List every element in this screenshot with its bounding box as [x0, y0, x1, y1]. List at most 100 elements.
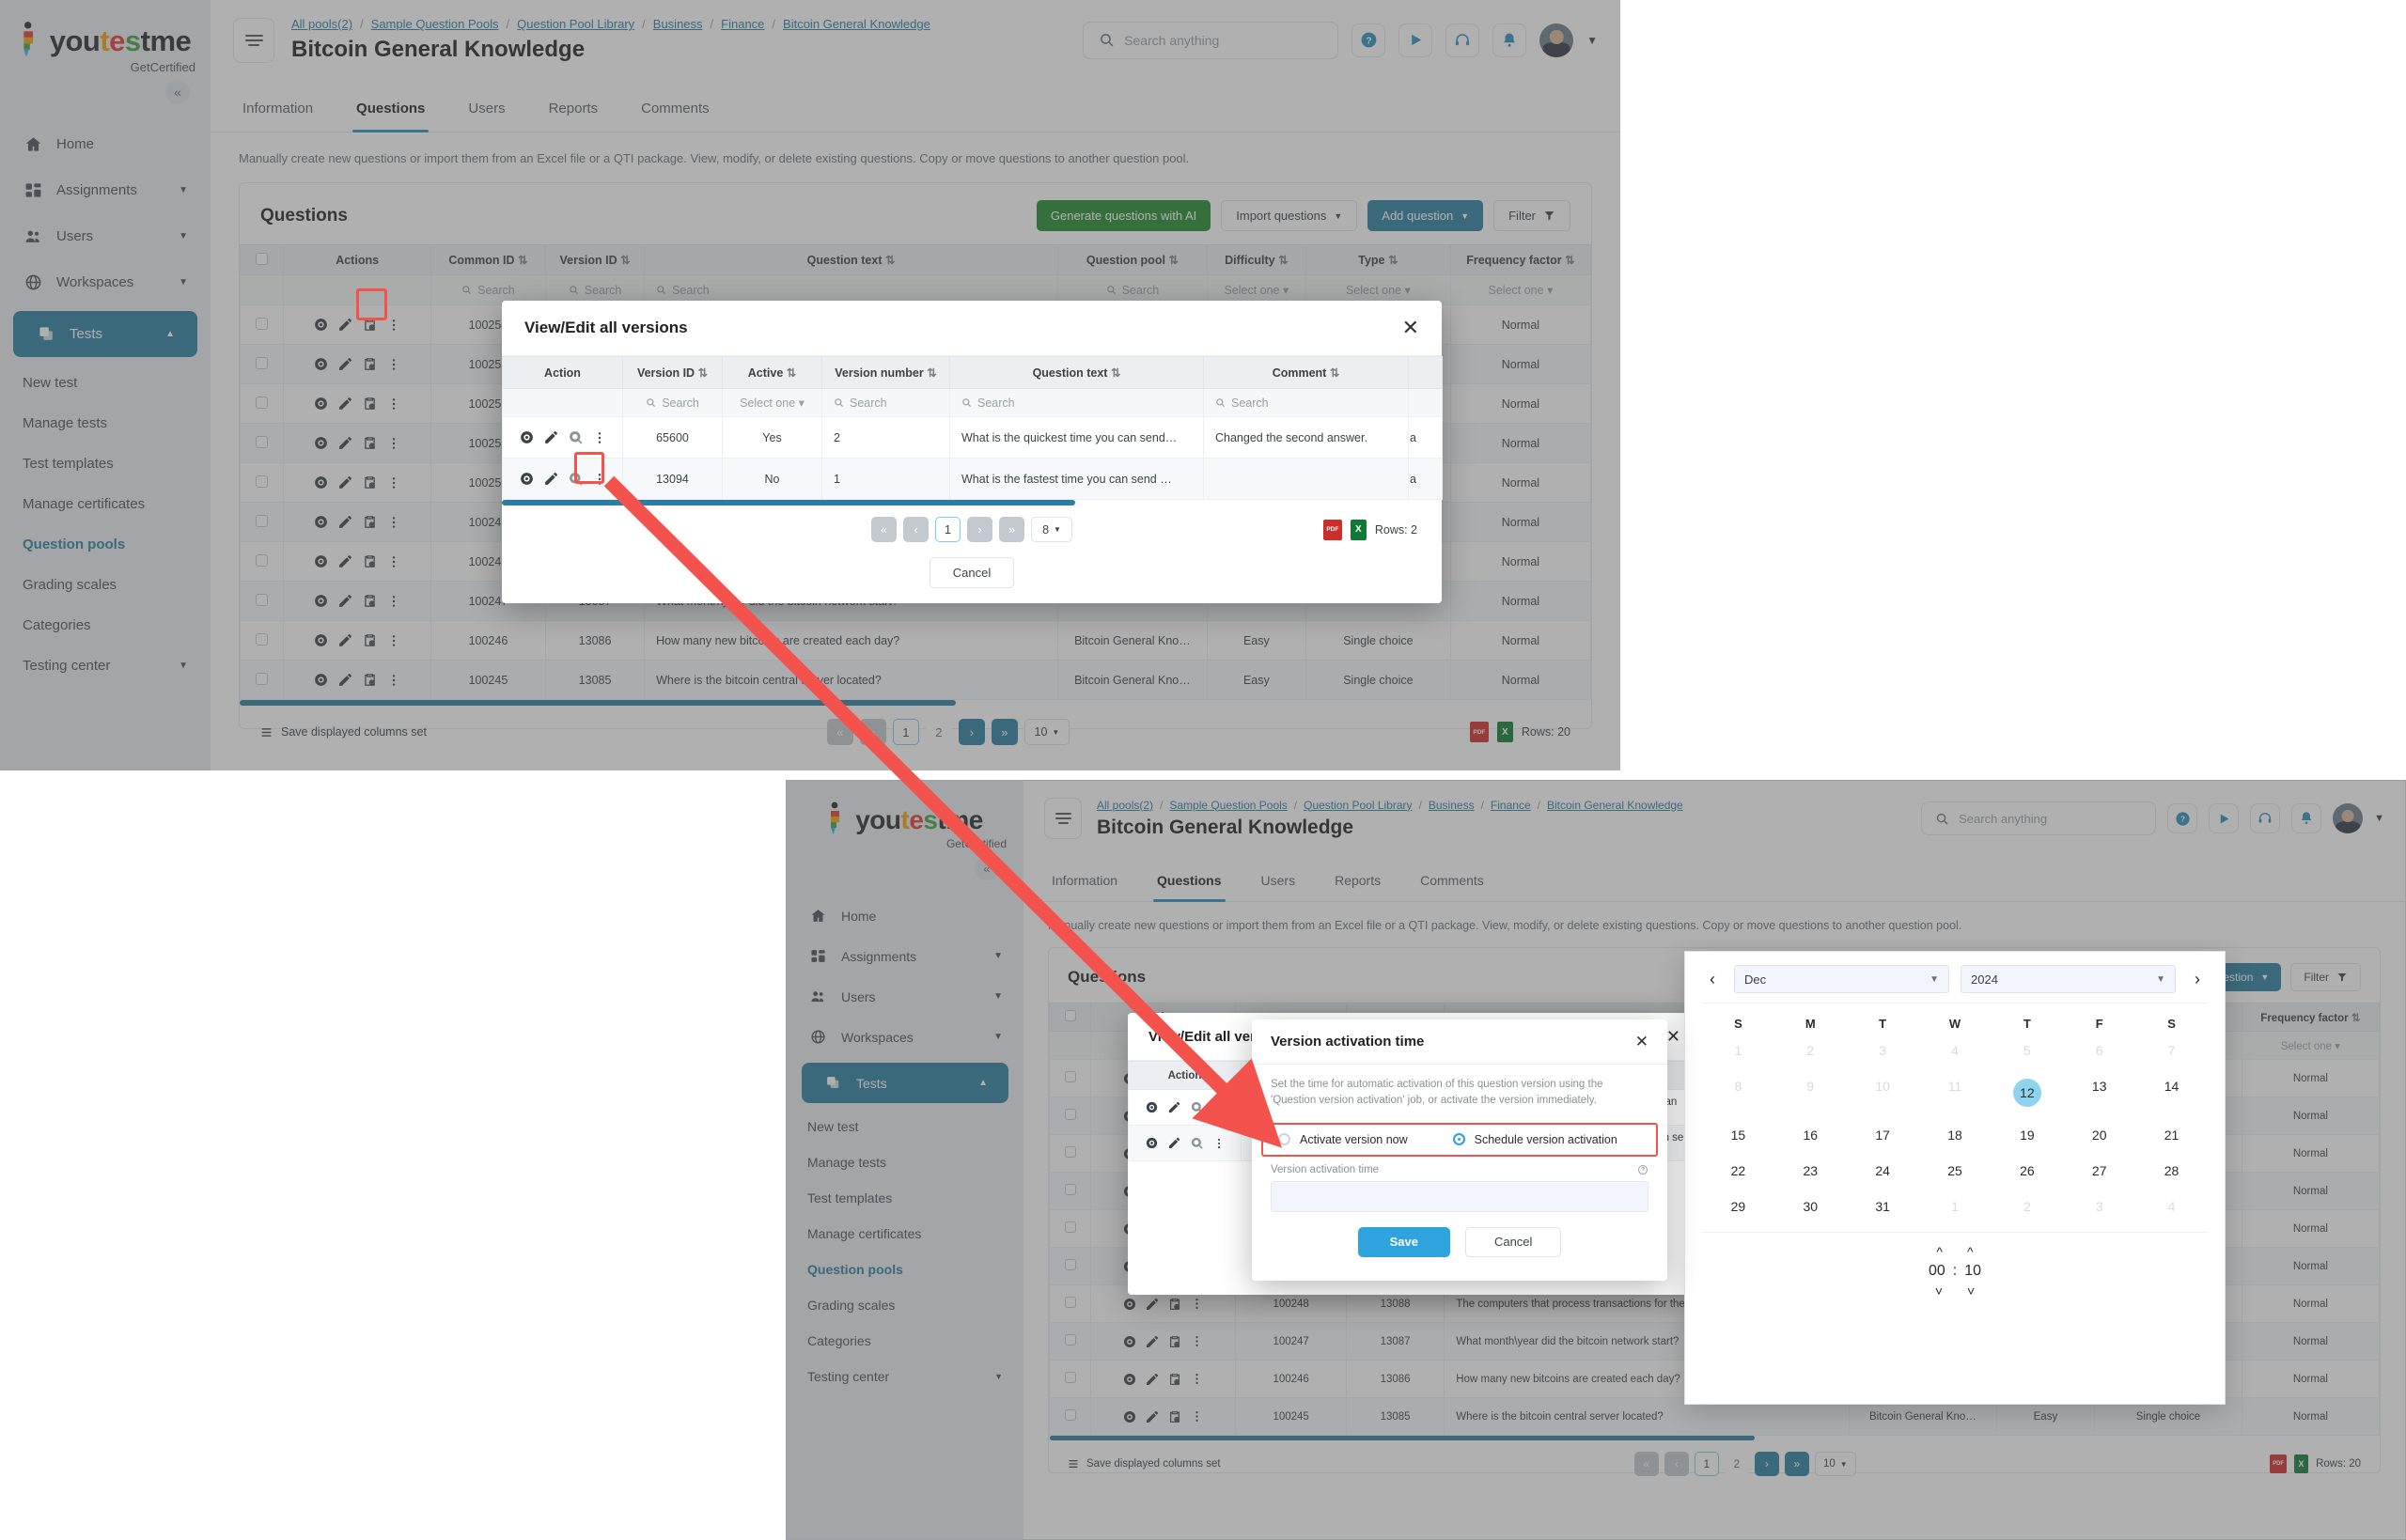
- cancel-button[interactable]: Cancel: [1464, 1226, 1562, 1257]
- filter-cell: [1408, 388, 1443, 417]
- calendar-day[interactable]: 14: [2135, 1074, 2208, 1112]
- edit-action[interactable]: [1167, 1136, 1181, 1150]
- last-page-button[interactable]: »: [999, 517, 1024, 542]
- activate-version-icon[interactable]: [568, 429, 584, 445]
- calendar-day[interactable]: 20: [2063, 1123, 2135, 1147]
- view-action[interactable]: [1145, 1136, 1159, 1150]
- page-button-1[interactable]: 1: [935, 517, 961, 542]
- table-row[interactable]: 13094No1What is the fastest time you can…: [502, 458, 1443, 500]
- calendar-day[interactable]: 29: [1702, 1194, 1774, 1219]
- view-icon[interactable]: [1145, 1136, 1159, 1150]
- hour-up-button[interactable]: ^: [1936, 1244, 1943, 1259]
- select-active[interactable]: Select one ▾: [722, 388, 822, 417]
- search-comment[interactable]: Search: [1203, 388, 1409, 417]
- hour-value[interactable]: 00: [1929, 1263, 1945, 1280]
- sort-icon[interactable]: ⇅: [787, 366, 796, 380]
- more-options-icon[interactable]: [592, 430, 607, 445]
- view-action[interactable]: [519, 429, 535, 445]
- next-page-button[interactable]: ›: [967, 517, 992, 542]
- sort-icon[interactable]: ⇅: [1111, 366, 1120, 380]
- calendar-day[interactable]: 25: [1919, 1159, 1992, 1183]
- month-select[interactable]: Dec ▼: [1734, 965, 1949, 993]
- calendar-day[interactable]: 23: [1774, 1159, 1847, 1183]
- activate-version-action[interactable]: [1190, 1136, 1204, 1150]
- search-version-id[interactable]: Search: [622, 388, 723, 417]
- first-page-button[interactable]: «: [871, 517, 897, 542]
- export-pdf-button[interactable]: PDF: [1322, 519, 1342, 540]
- prev-month-button[interactable]: ‹: [1702, 969, 1723, 989]
- calendar-day[interactable]: 18: [1919, 1123, 1992, 1147]
- filter-cell: [502, 388, 623, 417]
- col-active[interactable]: Active ⇅: [722, 356, 822, 389]
- search-icon: [835, 398, 844, 408]
- edit-pencil-icon[interactable]: [543, 471, 559, 487]
- more-options-icon[interactable]: [1212, 1137, 1226, 1150]
- highlight-activate-version-icon: [574, 452, 604, 484]
- more-action[interactable]: [1212, 1101, 1226, 1114]
- col-version-number[interactable]: Version number ⇅: [821, 356, 950, 389]
- edit-action[interactable]: [1167, 1100, 1181, 1114]
- activate-version-icon[interactable]: [1190, 1100, 1204, 1114]
- calendar-day[interactable]: 28: [2135, 1159, 2208, 1183]
- hour-down-button[interactable]: ˅: [1935, 1283, 1943, 1299]
- calendar-day: 5: [2023, 1043, 2031, 1058]
- more-options-icon[interactable]: [1212, 1101, 1226, 1114]
- close-icon[interactable]: ✕: [1402, 318, 1419, 338]
- edit-pencil-icon[interactable]: [1167, 1100, 1181, 1114]
- edit-action[interactable]: [543, 471, 559, 487]
- prev-page-button[interactable]: ‹: [903, 517, 929, 542]
- calendar-day[interactable]: 27: [2063, 1159, 2135, 1183]
- version-activation-time-input[interactable]: [1271, 1180, 1648, 1212]
- col-version-id[interactable]: Version ID ⇅: [622, 356, 723, 389]
- next-month-button[interactable]: ›: [2187, 969, 2208, 989]
- table-row[interactable]: 65600Yes2What is the quickest time you c…: [502, 416, 1443, 459]
- calendar-day[interactable]: 16: [1774, 1123, 1847, 1147]
- edit-pencil-icon[interactable]: [543, 429, 559, 445]
- calendar-day-selected[interactable]: 12: [1991, 1074, 2063, 1112]
- more-action[interactable]: [592, 430, 607, 445]
- col-question-text[interactable]: Question text ⇅: [949, 356, 1204, 389]
- export-excel-button[interactable]: X: [1350, 519, 1367, 540]
- search-icon: [1216, 398, 1226, 408]
- calendar-day[interactable]: 17: [1847, 1123, 1919, 1147]
- activate-version-icon[interactable]: [1190, 1136, 1204, 1150]
- activate-version-action[interactable]: [1190, 1100, 1204, 1114]
- sort-icon[interactable]: ⇅: [1330, 366, 1339, 380]
- save-button[interactable]: Save: [1357, 1226, 1450, 1257]
- calendar-day[interactable]: 19: [1991, 1123, 2063, 1147]
- schedule-activation-radio[interactable]: Schedule version activation: [1452, 1133, 1617, 1146]
- minute-up-button[interactable]: ^: [1967, 1244, 1974, 1259]
- cancel-button[interactable]: Cancel: [929, 557, 1015, 588]
- calendar-day[interactable]: 31: [1847, 1194, 1919, 1219]
- col-label: Action: [544, 366, 581, 380]
- view-icon[interactable]: [519, 429, 535, 445]
- calendar-day[interactable]: 15: [1702, 1123, 1774, 1147]
- more-action[interactable]: [1212, 1137, 1226, 1150]
- help-circle-icon[interactable]: [1637, 1164, 1648, 1175]
- calendar-day[interactable]: 22: [1702, 1159, 1774, 1183]
- calendar-day[interactable]: 13: [2063, 1074, 2135, 1112]
- search-version-number[interactable]: Search: [821, 388, 950, 417]
- view-icon[interactable]: [519, 471, 535, 487]
- close-icon[interactable]: ✕: [1635, 1034, 1648, 1050]
- edit-pencil-icon[interactable]: [1167, 1136, 1181, 1150]
- activate-version-action[interactable]: [568, 429, 584, 445]
- calendar-day[interactable]: 30: [1774, 1194, 1847, 1219]
- close-icon[interactable]: ✕: [1666, 1028, 1680, 1045]
- sort-icon[interactable]: ⇅: [927, 366, 936, 380]
- year-select[interactable]: 2024 ▼: [1961, 965, 2176, 993]
- calendar-day[interactable]: 26: [1991, 1159, 2063, 1183]
- view-icon[interactable]: [1145, 1100, 1159, 1114]
- minute-down-button[interactable]: ˅: [1967, 1283, 1975, 1299]
- view-action[interactable]: [1145, 1100, 1159, 1114]
- page-size-select[interactable]: 8▼: [1031, 517, 1072, 542]
- search-question-text[interactable]: Search: [949, 388, 1204, 417]
- view-action[interactable]: [519, 471, 535, 487]
- sort-icon[interactable]: ⇅: [698, 366, 708, 380]
- edit-action[interactable]: [543, 429, 559, 445]
- minute-value[interactable]: 10: [1964, 1263, 1981, 1280]
- calendar-day[interactable]: 21: [2135, 1123, 2208, 1147]
- activate-now-radio[interactable]: Activate version now: [1278, 1133, 1408, 1146]
- calendar-day[interactable]: 24: [1847, 1159, 1919, 1183]
- col-comment[interactable]: Comment ⇅: [1203, 356, 1409, 389]
